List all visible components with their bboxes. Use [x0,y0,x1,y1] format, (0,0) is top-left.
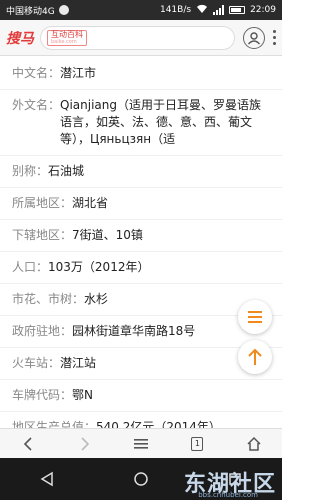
info-row: 下辖地区： 7街道、10镇 [0,220,282,252]
forward-button[interactable] [70,431,100,457]
menu-button[interactable] [126,431,156,457]
info-key: 中文名： [12,66,61,80]
info-key: 地区生产总值： [12,420,97,428]
clock: 22:09 [250,5,276,15]
tabs-button[interactable]: 1 [182,431,212,457]
system-nav-bar: 东湖社区 bbs.cnhubei.com [0,458,282,500]
logo[interactable]: 搜马 [6,28,34,48]
info-key: 外文名： [12,98,61,112]
info-value: 石油城 [48,164,85,178]
info-row: 外文名： Qianjiang（适用于日耳曼、罗曼语族语言，如英、法、德、意、西、葡… [0,90,282,156]
system-recents-button[interactable] [220,464,250,494]
home-icon [247,436,261,451]
info-row: 地区生产总值： 540.2亿元（2014年） [0,412,282,428]
status-right: 141B/s 22:09 [160,4,276,17]
hamburger-icon [133,438,148,449]
info-row: 车牌代码： 鄂N [0,380,282,412]
info-row: 人口： 103万（2012年） [0,252,282,284]
info-key: 政府驻地： [12,324,73,338]
info-key: 车牌代码： [12,388,73,402]
table-of-contents-button[interactable] [238,300,272,334]
status-bar: 中国移动4G 141B/s 22:09 [0,0,282,20]
info-row: 中文名： 潜江市 [0,58,282,90]
info-key: 火车站： [12,356,61,370]
carrier-label: 中国移动4G [6,6,55,17]
brand-badge: 互动百科 baike.com [47,29,87,46]
back-to-top-button[interactable] [238,340,272,374]
arrow-up-icon [248,348,262,365]
status-left: 中国移动4G [6,4,69,17]
info-key: 人口： [12,260,49,274]
info-value: 水杉 [84,292,109,306]
network-speed: 141B/s [159,5,192,15]
logo-text: 搜马 [6,30,34,47]
system-home-button[interactable] [126,464,156,494]
app-header: 搜马 互动百科 baike.com [0,20,282,56]
chevron-left-icon [24,436,32,451]
user-icon [247,31,261,44]
back-triangle-icon [40,471,53,487]
info-key: 下辖地区： [12,228,73,242]
info-value: 鄂N [72,388,93,402]
wifi-icon [196,4,208,17]
info-row: 所属地区： 湖北省 [0,188,282,220]
brand-top: 互动百科 [51,29,83,39]
notification-icon [58,5,69,15]
info-key: 别称： [12,164,49,178]
info-value: 潜江市 [60,66,97,80]
info-value: 潜江站 [60,356,97,370]
info-key: 所属地区： [12,196,73,210]
battery-icon [229,6,246,14]
info-value: 园林街道章华南路18号 [72,324,196,338]
signal-icon [213,5,225,15]
watermark-url: bbs.cnhubei.com [198,491,258,499]
tabs-count: 1 [191,436,204,451]
recents-square-icon [229,473,241,485]
info-value: 7街道、10镇 [72,228,143,242]
back-button[interactable] [13,431,43,457]
search-bar[interactable]: 互动百科 baike.com [40,25,235,50]
browser-toolbar: 1 [0,428,282,458]
info-value: 540.2亿元（2014年） [96,420,221,428]
brand-bottom: baike.com [51,38,77,45]
more-menu-icon[interactable] [273,30,276,45]
info-row: 别称： 石油城 [0,156,282,188]
home-button[interactable] [239,431,269,457]
home-circle-icon [134,472,148,486]
info-value: 103万（2012年） [48,260,150,274]
user-avatar-button[interactable] [243,26,265,49]
system-back-button[interactable] [32,464,62,494]
info-key: 市花、市树： [12,292,85,306]
list-icon [248,311,262,323]
info-value: Qianjiang（适用于日耳曼、罗曼语族语言，如英、法、德、意、西、葡文等），… [60,98,261,146]
chevron-right-icon [81,436,89,451]
info-list: 中文名： 潜江市 外文名： Qianjiang（适用于日耳曼、罗曼语族语言，如英、法、… [0,58,282,428]
info-value: 湖北省 [72,196,109,210]
